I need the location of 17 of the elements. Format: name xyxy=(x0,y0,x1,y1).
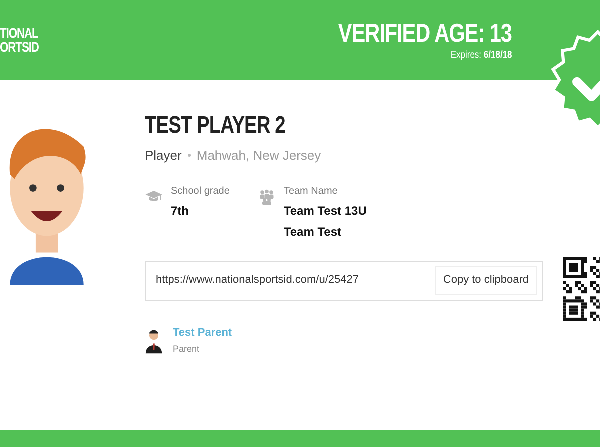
profile-url: https://www.nationalsportsid.com/u/25427 xyxy=(156,273,360,288)
logo: TIONAL ORTSID xyxy=(0,26,39,54)
detail-label: School grade xyxy=(171,184,230,198)
detail-value: Team Test xyxy=(284,224,343,240)
expiry-text: Expires: 6/18/18 xyxy=(450,48,512,62)
profile-link-field[interactable]: https://www.nationalsportsid.com/u/25427 Copy to clipboard xyxy=(145,260,543,300)
guardian-relation: Parent xyxy=(173,343,201,356)
detail-label: Team Name xyxy=(284,184,339,198)
verified-age: VERIFIED AGE: 13 xyxy=(338,18,512,48)
group-icon xyxy=(258,188,276,206)
person-in-suit-icon xyxy=(145,328,163,354)
player-name: TEST PLAYER 2 xyxy=(145,112,286,140)
copy-to-clipboard-button[interactable]: Copy to clipboard xyxy=(435,266,537,295)
player-location: Mahwah, New Jersey xyxy=(196,147,322,165)
detail-value: 7th xyxy=(171,202,190,220)
player-role: Player xyxy=(145,147,182,165)
detail-value: Team Test 13U xyxy=(284,202,367,220)
